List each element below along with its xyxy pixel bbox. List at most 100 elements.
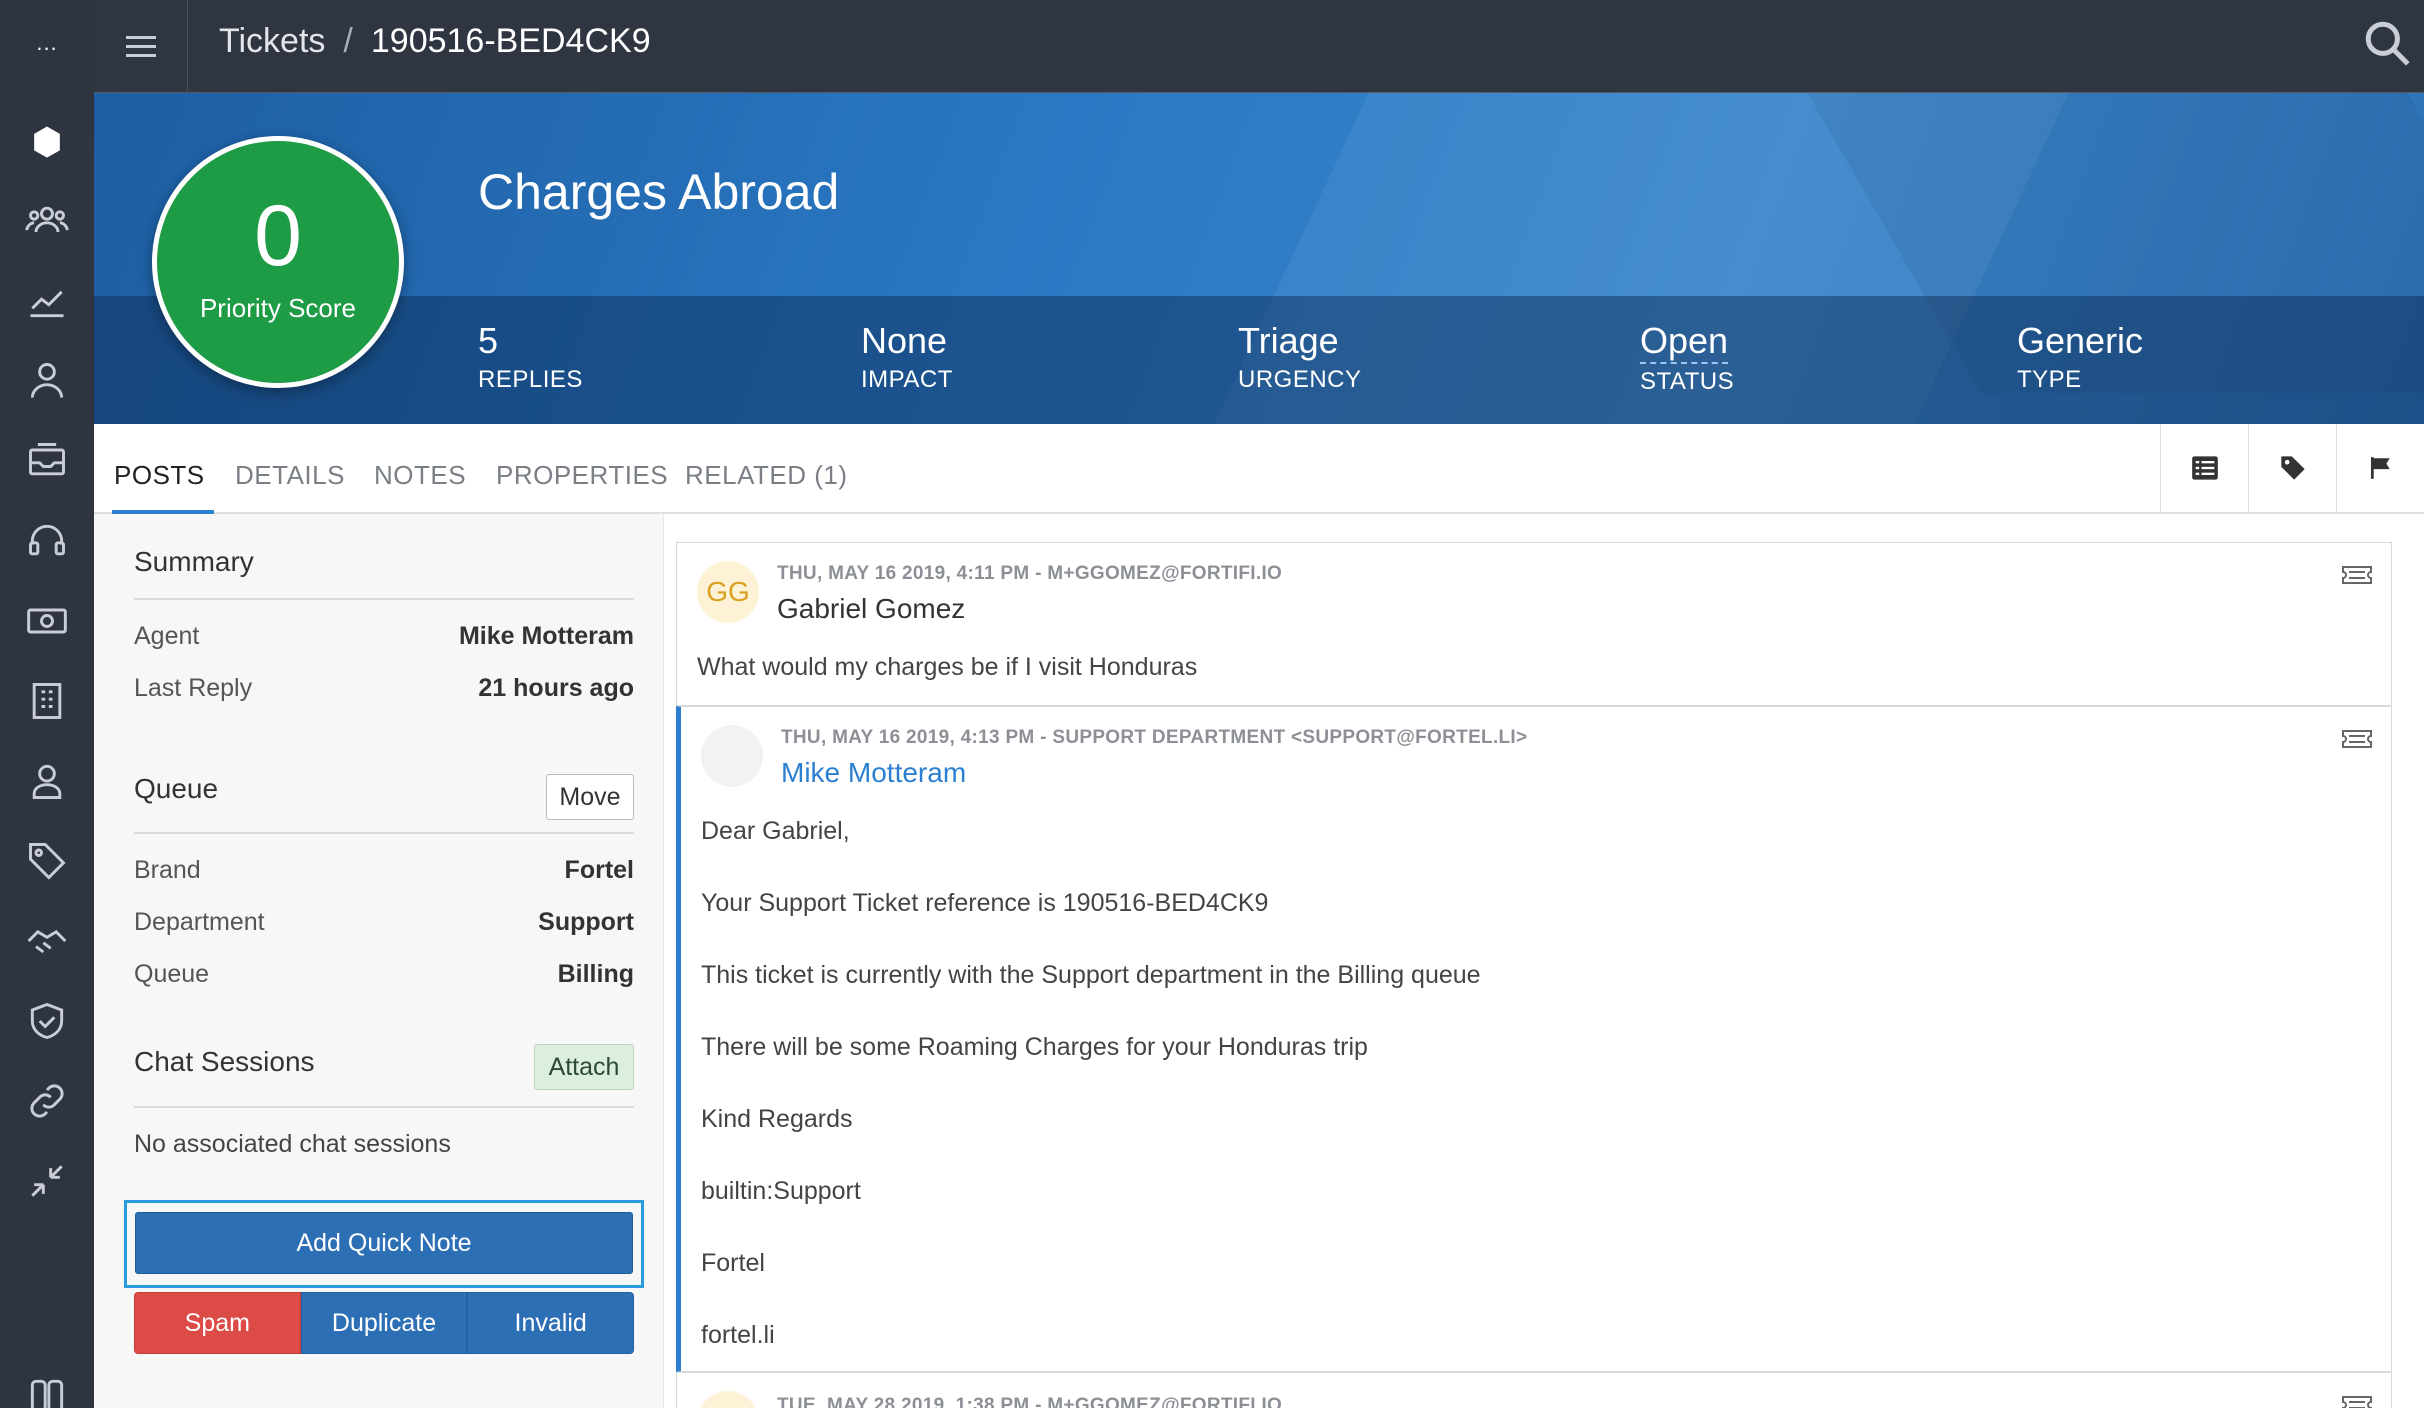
tab-details[interactable]: DETAILS xyxy=(235,460,345,491)
add-quick-note-button[interactable]: Add Quick Note xyxy=(135,1212,633,1274)
post-author-link[interactable]: Mike Motteram xyxy=(781,757,966,789)
ticket-sidebar: Summary Agent Mike Motteram Last Reply 2… xyxy=(94,514,664,1408)
agent-label: Agent xyxy=(134,622,200,650)
headset-icon[interactable] xyxy=(21,515,73,567)
money-icon[interactable] xyxy=(21,595,73,647)
priority-score-value: 0 xyxy=(254,188,302,284)
top-bar: Tickets / 190516-BED4CK9 xyxy=(94,0,2424,93)
inbox-icon[interactable] xyxy=(21,435,73,487)
posts-list: GG THU, MAY 16 2019, 4:11 PM - M+GGOMEZ@… xyxy=(676,542,2392,1408)
brand-label: Brand xyxy=(134,856,201,884)
breadcrumb-current: 190516-BED4CK9 xyxy=(370,22,651,60)
priority-score-badge: 0 Priority Score xyxy=(152,136,404,388)
queue-value: Billing xyxy=(557,960,634,988)
queue-heading: Queue xyxy=(134,773,219,804)
chart-line-icon[interactable] xyxy=(21,275,73,327)
flag-icon[interactable] xyxy=(2336,424,2424,512)
divider xyxy=(134,1106,634,1108)
compress-icon[interactable] xyxy=(21,1155,73,1207)
brand-row: Brand Fortel xyxy=(134,856,634,885)
stat-status[interactable]: Open STATUS xyxy=(1640,320,1734,396)
post-author: Gabriel Gomez xyxy=(777,593,966,624)
post-body-line: There will be some Roaming Charges for y… xyxy=(701,1033,1368,1061)
post-body-line: What would my charges be if I visit Hond… xyxy=(697,653,1198,681)
more-menu-dots[interactable]: ... xyxy=(0,30,94,56)
ticket-icon[interactable] xyxy=(2341,1393,2373,1408)
user-badge-icon[interactable] xyxy=(21,755,73,807)
ticket-tabs: POSTS DETAILS NOTES PROPERTIES RELATED (… xyxy=(94,424,2424,514)
hamburger-menu-icon[interactable] xyxy=(94,0,188,93)
tab-related[interactable]: RELATED (1) xyxy=(685,460,848,491)
duplicate-button[interactable]: Duplicate xyxy=(300,1292,468,1354)
link-icon[interactable] xyxy=(21,1075,73,1127)
chat-sessions-heading: Chat Sessions xyxy=(134,1046,315,1077)
breadcrumb: Tickets / 190516-BED4CK9 xyxy=(219,22,651,61)
ticket-title: Charges Abroad xyxy=(478,164,840,220)
department-label: Department xyxy=(134,908,265,936)
tab-properties[interactable]: PROPERTIES xyxy=(496,460,668,491)
ticket-hero: Charges Abroad 5 REPLIES None IMPACT Tri… xyxy=(94,93,2424,424)
post-body-line: This ticket is currently with the Suppor… xyxy=(701,961,1481,989)
last-reply-value: 21 hours ago xyxy=(478,674,634,702)
post-body-line: Fortel xyxy=(701,1249,765,1277)
post-meta: THU, MAY 16 2019, 4:13 PM - SUPPORT DEPA… xyxy=(781,727,1528,748)
stat-replies: 5 REPLIES xyxy=(478,320,583,393)
breadcrumb-separator: / xyxy=(343,22,353,60)
avatar: GG xyxy=(697,561,759,623)
queue-row: Queue Billing xyxy=(134,960,634,989)
agent-icon[interactable] xyxy=(21,355,73,407)
brand-value: Fortel xyxy=(564,856,634,884)
move-button[interactable]: Move xyxy=(546,774,634,820)
team-icon[interactable] xyxy=(21,195,73,247)
tag-icon[interactable] xyxy=(21,835,73,887)
agent-row: Agent Mike Motteram xyxy=(134,622,634,651)
divider xyxy=(134,832,634,834)
quick-note-focus-ring: Add Quick Note xyxy=(124,1200,644,1288)
avatar xyxy=(697,1391,759,1408)
ticket-stats-bar: 5 REPLIES None IMPACT Triage URGENCY Ope… xyxy=(94,296,2424,424)
invalid-button[interactable]: Invalid xyxy=(467,1292,635,1354)
avatar xyxy=(701,725,763,787)
post-item: THU, MAY 16 2019, 4:13 PM - SUPPORT DEPA… xyxy=(676,706,2392,1372)
handshake-icon[interactable] xyxy=(21,915,73,967)
attach-button[interactable]: Attach xyxy=(534,1044,634,1090)
tab-posts[interactable]: POSTS xyxy=(114,460,205,491)
search-icon[interactable] xyxy=(2362,18,2412,68)
last-reply-label: Last Reply xyxy=(134,674,253,702)
post-body-line: Your Support Ticket reference is 190516-… xyxy=(701,889,1269,917)
tag-icon[interactable] xyxy=(2248,424,2336,512)
stat-urgency[interactable]: Triage URGENCY xyxy=(1238,320,1362,394)
ticket-action-buttons: Spam Duplicate Invalid xyxy=(134,1292,635,1354)
department-value: Support xyxy=(538,908,634,936)
shield-check-icon[interactable] xyxy=(21,995,73,1047)
last-reply-row: Last Reply 21 hours ago xyxy=(134,674,634,703)
left-nav-rail: ... xyxy=(0,0,94,1408)
no-chat-sessions-text: No associated chat sessions xyxy=(134,1130,451,1158)
post-body-line: Kind Regards xyxy=(701,1105,853,1133)
agent-value: Mike Motteram xyxy=(458,622,634,650)
breadcrumb-tickets-link[interactable]: Tickets xyxy=(219,22,325,61)
building-icon[interactable] xyxy=(21,675,73,727)
post-item: GG THU, MAY 16 2019, 4:11 PM - M+GGOMEZ@… xyxy=(676,542,2392,706)
divider xyxy=(134,598,634,600)
tab-notes[interactable]: NOTES xyxy=(374,460,466,491)
ticket-icon[interactable] xyxy=(2341,727,2373,751)
post-meta: THU, MAY 16 2019, 4:11 PM - M+GGOMEZ@FOR… xyxy=(777,563,1283,584)
post-body-line: fortel.li xyxy=(701,1321,775,1349)
post-body-line: Dear Gabriel, xyxy=(701,817,850,845)
tab-actions xyxy=(2160,424,2424,512)
summary-heading: Summary xyxy=(134,546,254,577)
stat-impact[interactable]: None IMPACT xyxy=(861,320,953,394)
spam-button[interactable]: Spam xyxy=(134,1292,301,1354)
ticket-icon[interactable] xyxy=(2341,563,2373,587)
stat-type[interactable]: Generic TYPE xyxy=(2017,320,2143,394)
post-body-line: builtin:Support xyxy=(701,1177,861,1205)
department-row: Department Support xyxy=(134,908,634,937)
post-meta: TUE, MAY 28 2019, 1:38 PM - M+GGOMEZ@FOR… xyxy=(777,1395,1283,1408)
list-icon[interactable] xyxy=(2160,424,2248,512)
cube-icon[interactable] xyxy=(21,117,73,169)
switch-icon[interactable] xyxy=(21,1370,73,1408)
priority-score-label: Priority Score xyxy=(199,293,357,323)
post-item: TUE, MAY 28 2019, 1:38 PM - M+GGOMEZ@FOR… xyxy=(676,1372,2392,1408)
queue-label: Queue xyxy=(134,960,210,988)
